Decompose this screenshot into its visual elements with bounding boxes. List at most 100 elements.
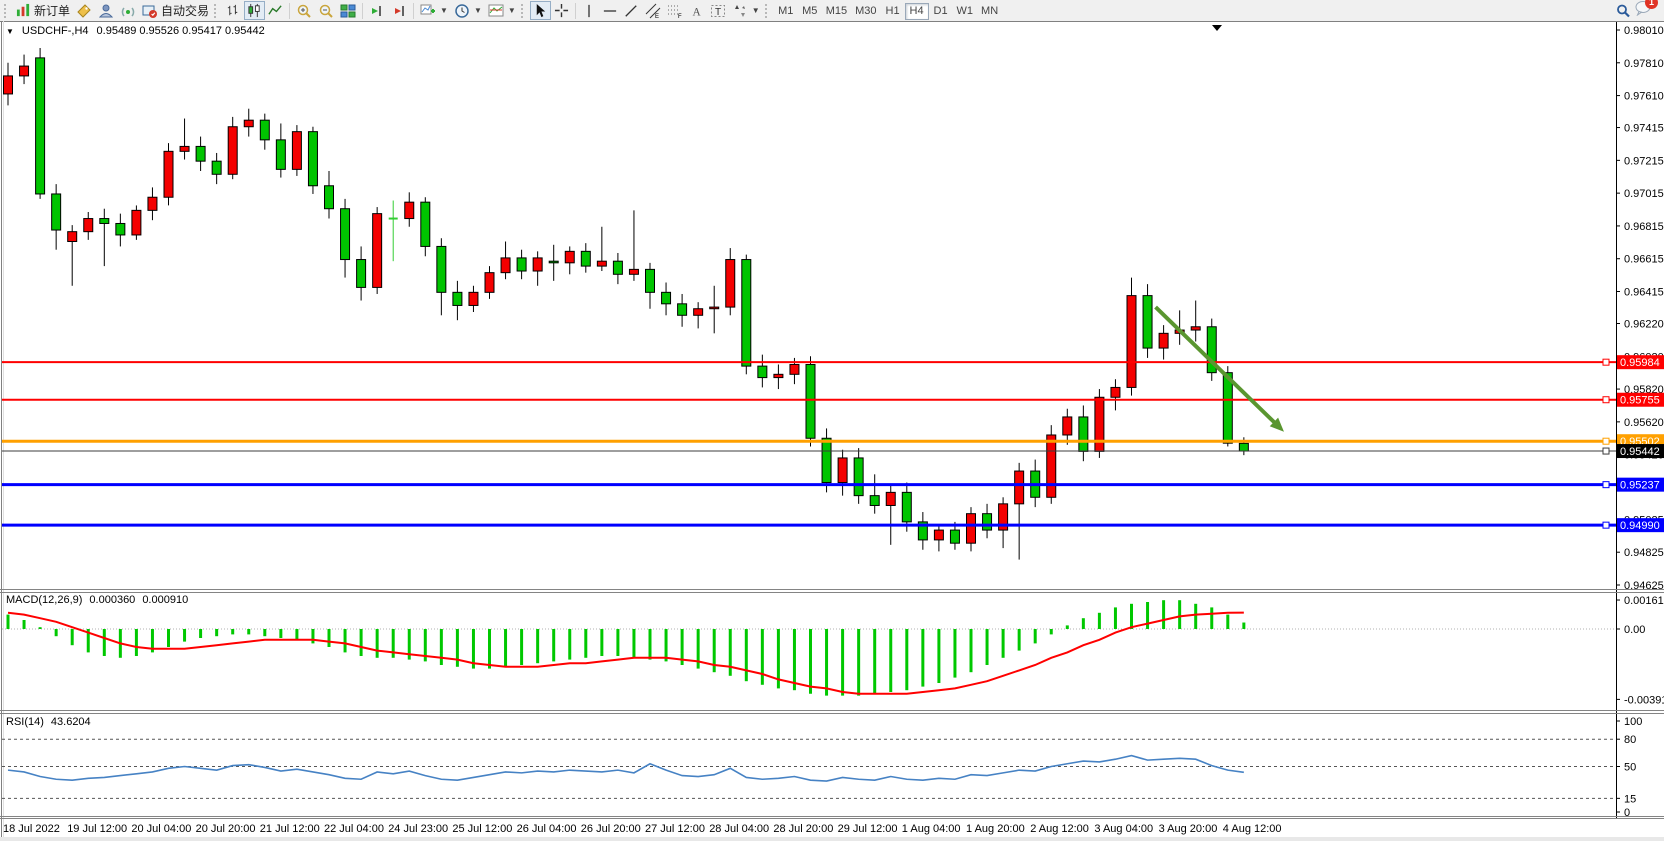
- toolbar-separator: [362, 3, 363, 19]
- chevron-down-icon: ▼: [508, 6, 516, 15]
- line-chart-type-button[interactable]: [265, 1, 286, 20]
- svg-text:19 Jul 12:00: 19 Jul 12:00: [67, 823, 127, 835]
- svg-text:0.00161: 0.00161: [1624, 595, 1664, 607]
- toolbar-separator: [575, 3, 576, 19]
- rsi-value: 43.6204: [51, 716, 91, 728]
- svg-text:A: A: [693, 6, 702, 18]
- crosshair-icon: [554, 3, 569, 18]
- timeframe-button-M5[interactable]: M5: [798, 3, 822, 20]
- trendline-icon: [624, 4, 638, 18]
- arrows-icon: [732, 3, 748, 19]
- candlestick-chart-type-button[interactable]: [244, 1, 265, 20]
- macd-signal-value: 0.000910: [142, 594, 188, 606]
- timeframe-button-H4[interactable]: H4: [905, 3, 929, 20]
- cursor-tool-button[interactable]: [530, 1, 551, 20]
- svg-text:29 Jul 12:00: 29 Jul 12:00: [838, 823, 898, 835]
- tile-windows-button[interactable]: [337, 1, 359, 20]
- bar-chart-type-button[interactable]: [223, 1, 244, 20]
- cursor-icon: [533, 3, 548, 18]
- svg-text:E: E: [655, 14, 659, 19]
- zoom-out-button[interactable]: [315, 1, 337, 20]
- svg-text:0.98010: 0.98010: [1624, 25, 1664, 37]
- svg-text:4 Aug 12:00: 4 Aug 12:00: [1223, 823, 1282, 835]
- chevron-down-icon: ▼: [440, 6, 448, 15]
- svg-text:0.95442: 0.95442: [1620, 446, 1660, 458]
- vertical-line-icon: [582, 4, 596, 18]
- timeframe-button-M1[interactable]: M1: [774, 3, 798, 20]
- svg-text:24 Jul 23:00: 24 Jul 23:00: [388, 823, 448, 835]
- auto-trading-icon: [142, 3, 158, 19]
- text-tool-button[interactable]: A: [686, 1, 707, 20]
- line-chart-icon: [268, 3, 283, 18]
- svg-text:15: 15: [1624, 793, 1636, 805]
- price-chart-canvas[interactable]: 0.980100.978100.976100.974150.972150.970…: [0, 0, 1664, 841]
- timeframe-button-W1[interactable]: W1: [953, 3, 978, 20]
- community-button[interactable]: [95, 1, 117, 20]
- horizontal-line-tool-button[interactable]: [600, 1, 621, 20]
- svg-text:21 Jul 12:00: 21 Jul 12:00: [260, 823, 320, 835]
- new-order-label: 新订单: [34, 2, 70, 19]
- text-label-icon: T: [710, 3, 726, 19]
- svg-text:0.00: 0.00: [1624, 624, 1645, 636]
- timeframe-button-M30[interactable]: M30: [851, 3, 880, 20]
- periods-icon: [454, 3, 470, 19]
- arrows-tool-button[interactable]: ▼: [729, 1, 763, 20]
- svg-text:0.95755: 0.95755: [1620, 395, 1660, 407]
- svg-text:20 Jul 20:00: 20 Jul 20:00: [196, 823, 256, 835]
- chart-ohlc-values: 0.95489 0.95526 0.95417 0.95442: [97, 25, 265, 37]
- templates-button[interactable]: ▼: [485, 1, 519, 20]
- new-order-button[interactable]: 新订单: [13, 1, 73, 20]
- timeframe-button-M15[interactable]: M15: [822, 3, 851, 20]
- auto-scroll-button[interactable]: [366, 1, 388, 20]
- svg-text:0.97215: 0.97215: [1624, 155, 1664, 167]
- chart-profile-button[interactable]: [73, 1, 95, 20]
- vertical-line-tool-button[interactable]: [579, 1, 600, 20]
- periods-button[interactable]: ▼: [451, 1, 485, 20]
- zoom-in-button[interactable]: [293, 1, 315, 20]
- svg-text:2 Aug 12:00: 2 Aug 12:00: [1030, 823, 1089, 835]
- svg-text:3 Aug 20:00: 3 Aug 20:00: [1159, 823, 1218, 835]
- text-label-tool-button[interactable]: T: [707, 1, 729, 20]
- macd-name: MACD(12,26,9): [6, 594, 82, 606]
- zoom-out-icon: [318, 3, 334, 19]
- svg-text:80: 80: [1624, 734, 1636, 746]
- toolbar-separator: [413, 3, 414, 19]
- notification-badge: 1: [1645, 0, 1658, 9]
- chart-shift-button[interactable]: [388, 1, 410, 20]
- toolbar-grip[interactable]: [521, 4, 526, 18]
- toolbar-grip[interactable]: [4, 4, 9, 18]
- text-icon: A: [689, 4, 703, 18]
- svg-text:0.97415: 0.97415: [1624, 123, 1664, 135]
- templates-icon: [488, 3, 504, 19]
- crosshair-tool-button[interactable]: [551, 1, 572, 20]
- svg-text:T: T: [715, 7, 721, 18]
- timeframe-button-MN[interactable]: MN: [977, 3, 1002, 20]
- auto-trading-button[interactable]: 自动交易: [139, 1, 212, 20]
- signals-icon: [120, 3, 136, 19]
- indicators-button[interactable]: ▼: [417, 1, 451, 20]
- svg-text:0.95984: 0.95984: [1620, 357, 1660, 369]
- bar-chart-icon: [226, 3, 241, 18]
- timeframe-button-D1[interactable]: D1: [929, 3, 953, 20]
- signals-button[interactable]: [117, 1, 139, 20]
- trendline-tool-button[interactable]: [621, 1, 642, 20]
- fibonacci-tool-button[interactable]: F: [664, 1, 686, 20]
- toolbar-separator: [289, 3, 290, 19]
- search-button[interactable]: [1612, 1, 1634, 20]
- rsi-name: RSI(14): [6, 716, 44, 728]
- svg-text:F: F: [678, 14, 682, 19]
- svg-text:28 Jul 04:00: 28 Jul 04:00: [709, 823, 769, 835]
- toolbar-grip[interactable]: [765, 4, 770, 18]
- main-toolbar: 新订单 自动交易: [0, 0, 1664, 21]
- horizontal-line-icon: [603, 4, 617, 18]
- chart-title-bar[interactable]: ▼ USDCHF-,H4 0.95489 0.95526 0.95417 0.9…: [6, 25, 265, 37]
- svg-text:25 Jul 12:00: 25 Jul 12:00: [452, 823, 512, 835]
- new-order-chart-icon: [16, 3, 31, 18]
- toolbar-grip[interactable]: [214, 4, 219, 18]
- channel-tool-button[interactable]: E: [642, 1, 664, 20]
- timeframe-button-H1[interactable]: H1: [881, 3, 905, 20]
- notifications-button[interactable]: 1: [1634, 0, 1652, 21]
- profile-icon: [98, 3, 114, 19]
- svg-text:0.96815: 0.96815: [1624, 221, 1664, 233]
- chevron-down-icon: ▼: [752, 6, 760, 15]
